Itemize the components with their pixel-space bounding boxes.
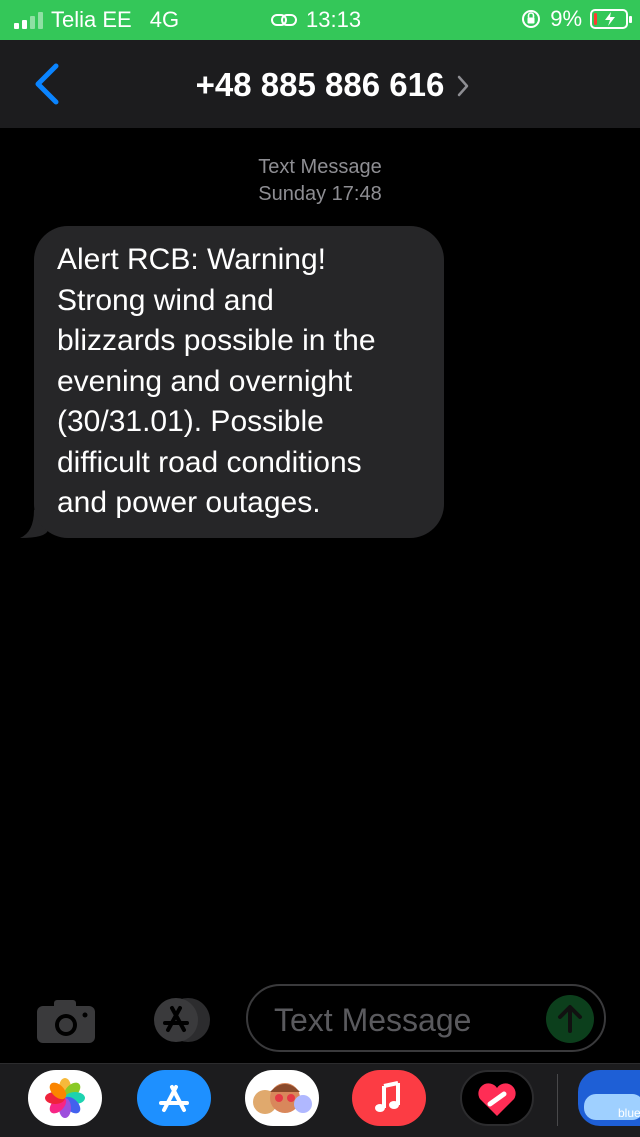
message-bubble[interactable]: Alert RCB: Warning! Strong wind and bliz…	[34, 226, 444, 538]
chevron-right-icon[interactable]	[456, 74, 470, 98]
send-arrow-icon	[558, 1005, 582, 1033]
clock: 13:13	[306, 7, 362, 32]
composer-bar: Text Message	[0, 980, 640, 1060]
contact-title[interactable]: +48 885 886 616	[0, 66, 640, 104]
memoji-icon[interactable]	[245, 1070, 319, 1126]
app-store-icon[interactable]	[140, 996, 216, 1044]
app-store-icon[interactable]	[137, 1070, 211, 1126]
app-drawer-divider	[557, 1074, 558, 1126]
blue-app-label: blue	[618, 1106, 640, 1120]
link-icon	[271, 14, 297, 26]
battery-icon	[590, 9, 632, 29]
heart-sticker-icon[interactable]	[460, 1070, 534, 1126]
message-input[interactable]: Text Message	[246, 984, 606, 1052]
network-label: 4G	[149, 7, 180, 32]
message-line: blizzards possible in the	[57, 324, 376, 357]
message-line: Strong wind and	[57, 283, 274, 317]
camera-icon[interactable]	[36, 998, 98, 1044]
navigation-bar: +48 885 886 616	[0, 40, 640, 128]
message-line: and power outages.	[57, 486, 321, 519]
message-line: Alert RCB: Warning!	[57, 243, 326, 276]
message-timestamp: Sunday 17:48	[258, 183, 382, 205]
service-label: Text Message	[258, 156, 382, 178]
battery-percentage: 9%	[550, 6, 582, 31]
status-bar: Telia EE 4G 13:13 9%	[0, 0, 640, 40]
message-line: (30/31.01). Possible	[57, 405, 324, 438]
send-button[interactable]	[546, 995, 594, 1043]
message-line: evening and overnight	[57, 364, 353, 398]
music-icon[interactable]	[352, 1070, 426, 1126]
carrier-label: Telia EE	[51, 7, 132, 32]
message-input-placeholder: Text Message	[274, 1002, 472, 1038]
signal-strength-icon	[14, 11, 43, 29]
app-drawer: blue	[0, 1063, 640, 1137]
rotation-lock-icon	[522, 10, 541, 28]
photos-icon[interactable]	[28, 1070, 102, 1126]
blue-app-icon[interactable]: blue	[578, 1070, 640, 1126]
message-line: difficult road conditions	[57, 445, 362, 479]
